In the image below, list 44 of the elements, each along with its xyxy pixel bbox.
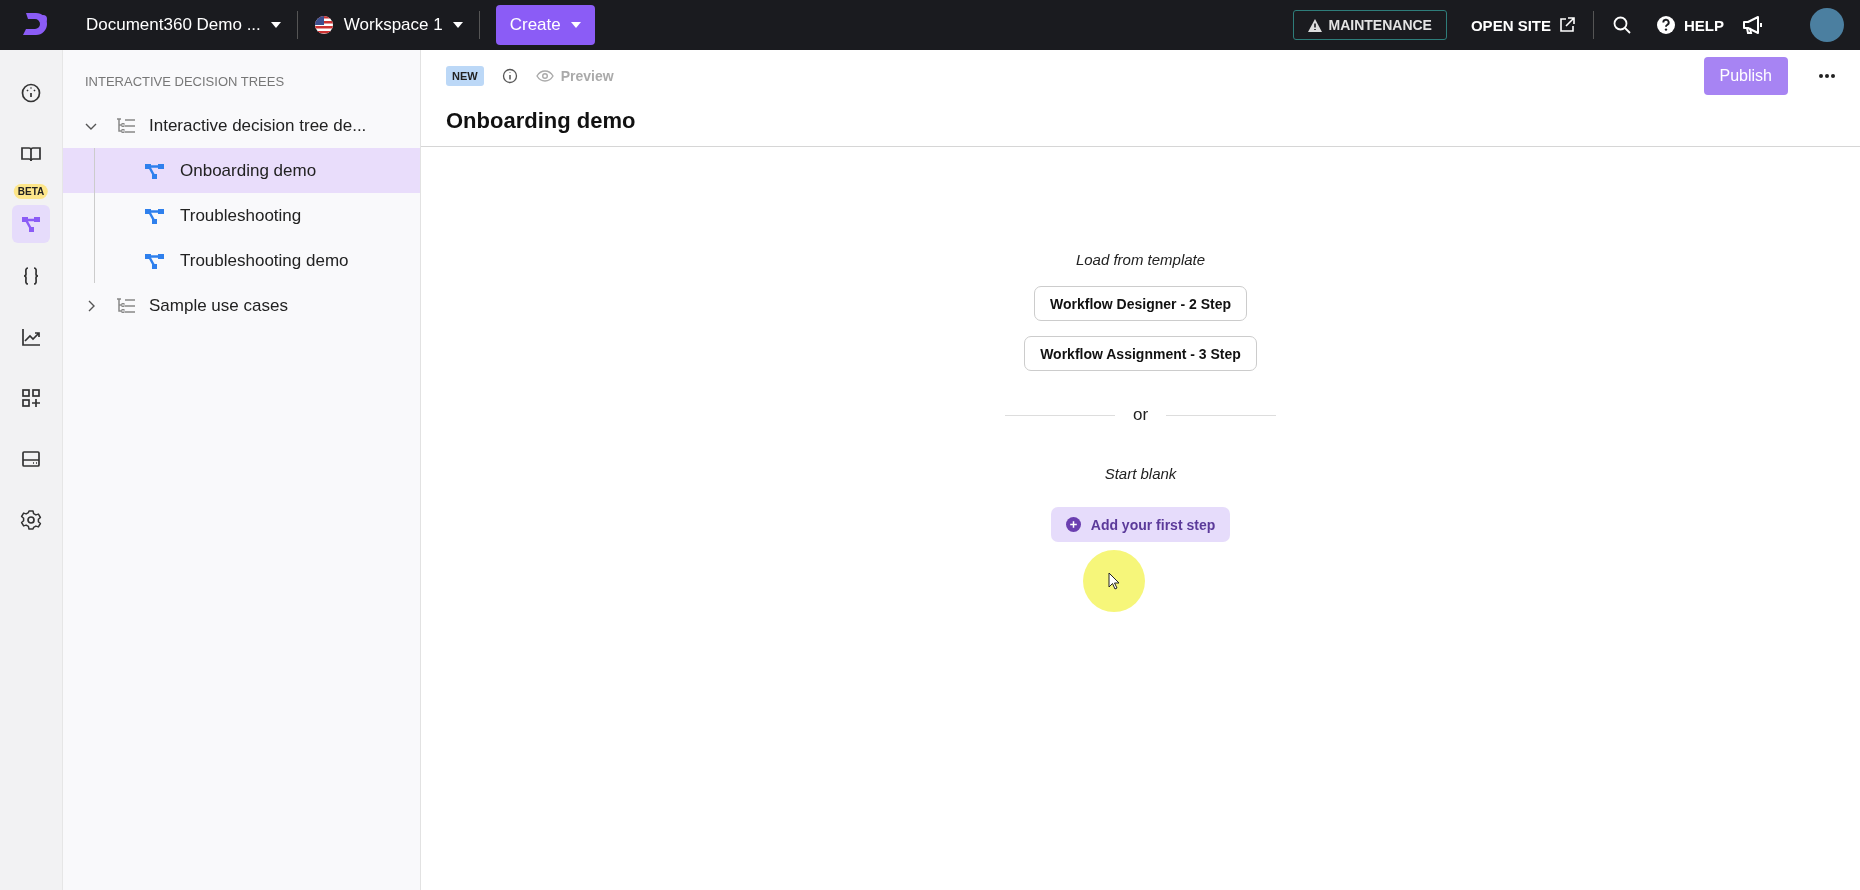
status-badge: NEW (446, 66, 484, 86)
info-icon[interactable] (501, 68, 518, 84)
template-heading: Load from template (1075, 251, 1206, 268)
help-icon (1656, 15, 1676, 35)
list-tree-icon (115, 116, 137, 135)
flag-icon (313, 15, 334, 35)
tree-item[interactable]: Onboarding demo (63, 148, 420, 193)
section-heading: INTERACTIVE DECISION TREES (84, 74, 286, 89)
add-step-button[interactable]: Add your first step (1050, 507, 1231, 542)
settings-icon (20, 508, 42, 531)
caret-icon (270, 22, 281, 28)
avatar[interactable] (1810, 8, 1844, 42)
flowchart-icon (144, 251, 166, 270)
blank-heading: Start blank (1104, 465, 1177, 482)
caret-icon (452, 22, 463, 28)
caret-icon (570, 22, 581, 28)
page-title: Onboarding demo (446, 107, 637, 135)
external-link-icon (1559, 17, 1575, 33)
megaphone-icon[interactable] (1742, 15, 1764, 35)
project-dropdown[interactable]: Document360 Demo ... (86, 15, 281, 35)
plus-circle-icon (1065, 517, 1081, 532)
maintenance-button[interactable]: MAINTENANCE (1292, 10, 1447, 40)
eye-icon (535, 70, 554, 82)
help-link[interactable]: HELP (1656, 15, 1724, 35)
create-button[interactable]: Create (495, 5, 595, 45)
list-tree-icon (115, 296, 137, 315)
template-button[interactable]: Workflow Designer - 2 Step (1034, 286, 1247, 321)
divider-label: or (1132, 405, 1149, 425)
warning-icon (1307, 18, 1322, 32)
template-button[interactable]: Workflow Assignment - 3 Step (1024, 336, 1257, 371)
tree-item[interactable]: Troubleshooting (63, 193, 420, 238)
workspace-dropdown[interactable]: Workspace 1 (313, 15, 463, 35)
dashboard-icon (20, 81, 42, 104)
more-icon[interactable] (1818, 73, 1836, 79)
flowchart-icon (144, 161, 166, 180)
open-site-link[interactable]: OPEN SITE (1470, 16, 1575, 34)
cursor-icon (1107, 572, 1120, 590)
search-icon[interactable] (1612, 15, 1632, 35)
apps-icon (20, 386, 42, 409)
beta-badge: BETA (13, 184, 49, 199)
tree-item[interactable]: Interactive decision tree de... (63, 103, 420, 148)
tree-item[interactable]: Sample use cases (63, 283, 420, 328)
flowchart-icon (144, 206, 166, 225)
tree-item[interactable]: Troubleshooting demo (63, 238, 420, 283)
